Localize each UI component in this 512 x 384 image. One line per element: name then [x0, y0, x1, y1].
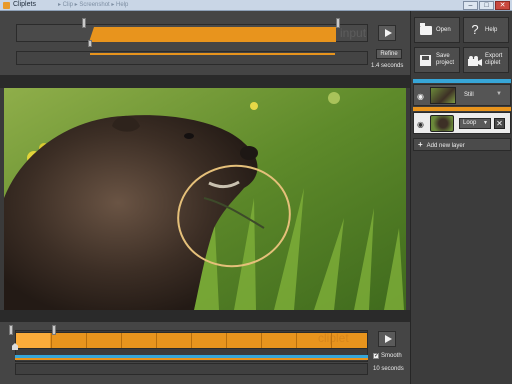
range-end-handle[interactable] — [336, 18, 340, 28]
play-output-button[interactable] — [378, 331, 396, 347]
add-layer-label: Add new layer — [426, 143, 465, 149]
still-layer-color — [413, 79, 511, 83]
maximize-button[interactable]: □ — [479, 1, 494, 10]
close-button[interactable]: ✕ — [495, 1, 510, 10]
eye-icon[interactable]: ◉ — [417, 120, 424, 129]
export-label-1: Export — [485, 53, 503, 59]
play-input-button[interactable] — [378, 25, 396, 41]
loop-thumbnail — [430, 115, 454, 132]
refine-button[interactable]: Refine — [376, 49, 402, 59]
input-timeline: input Refine 1.4 seconds — [0, 11, 410, 75]
loop-layer-color — [413, 107, 511, 111]
app-icon — [3, 2, 10, 9]
save-label-2: project — [436, 60, 455, 66]
loop-mode-select[interactable]: Loop ▼ — [459, 118, 491, 129]
loop-mode-value: Loop — [463, 120, 477, 126]
film-icon — [468, 56, 482, 66]
disk-icon — [420, 55, 431, 66]
window-controls: – □ ✕ — [463, 1, 510, 10]
marmot-frame — [4, 88, 406, 310]
help-label: Help — [485, 27, 498, 33]
open-label: Open — [436, 27, 451, 33]
output-duration: 10 seconds — [373, 366, 404, 372]
chevron-down-icon: ▼ — [483, 120, 488, 126]
still-thumbnail — [430, 87, 456, 104]
loop-layer[interactable]: ◉ Loop ▼ ✕ — [413, 112, 511, 134]
smooth-checkbox[interactable]: ✓ — [373, 353, 379, 359]
add-layer-button[interactable]: + Add new layer — [413, 138, 511, 151]
separator-bottom — [0, 310, 410, 322]
playhead-handle[interactable] — [88, 40, 92, 47]
export-cliplet-button[interactable]: Export cliplet — [463, 47, 509, 73]
help-icon: ? — [471, 22, 479, 37]
range-start-handle[interactable] — [82, 18, 86, 28]
output-sub-track[interactable] — [15, 363, 368, 375]
right-panel: Open ? Help Save project Export cliplet ◉ … — [410, 11, 512, 384]
video-preview[interactable] — [4, 88, 406, 310]
help-button[interactable]: ? Help — [463, 17, 509, 43]
input-range-shape — [89, 27, 336, 42]
smooth-label: Smooth — [381, 353, 402, 359]
title-breadcrumb: ▸ Clip ▸ Screenshot ▸ Help — [58, 2, 129, 8]
still-label: Still — [464, 92, 474, 98]
loop-layer-line — [15, 358, 368, 360]
save-project-button[interactable]: Save project — [414, 47, 460, 73]
open-button[interactable]: Open — [414, 17, 460, 43]
separator — [0, 75, 410, 88]
still-layer[interactable]: ◉ Still ▼ — [413, 84, 511, 106]
input-duration: 1.4 seconds — [371, 63, 404, 69]
output-timeline: cliplet ✓ Smooth 10 seconds — [0, 322, 410, 384]
input-watermark: input — [340, 26, 367, 40]
export-label-2: cliplet — [485, 60, 501, 66]
window-title: Cliplets — [13, 1, 36, 8]
selection-line — [90, 53, 335, 55]
title-bar: Cliplets ▸ Clip ▸ Screenshot ▸ Help – □ … — [0, 0, 512, 11]
minimize-button[interactable]: – — [463, 1, 478, 10]
smooth-option[interactable]: ✓ Smooth — [373, 353, 402, 359]
output-end-handle[interactable] — [52, 325, 56, 335]
delete-layer-button[interactable]: ✕ — [494, 118, 505, 129]
eye-icon[interactable]: ◉ — [417, 92, 424, 101]
plus-icon: + — [418, 140, 423, 149]
folder-icon — [420, 23, 432, 35]
save-label-1: Save — [436, 53, 450, 59]
loop-strip[interactable] — [15, 332, 368, 349]
loop-first-segment — [16, 333, 50, 348]
output-start-handle[interactable] — [9, 325, 13, 335]
chevron-down-icon[interactable]: ▼ — [496, 91, 502, 97]
output-watermark: cliplet — [318, 331, 349, 345]
